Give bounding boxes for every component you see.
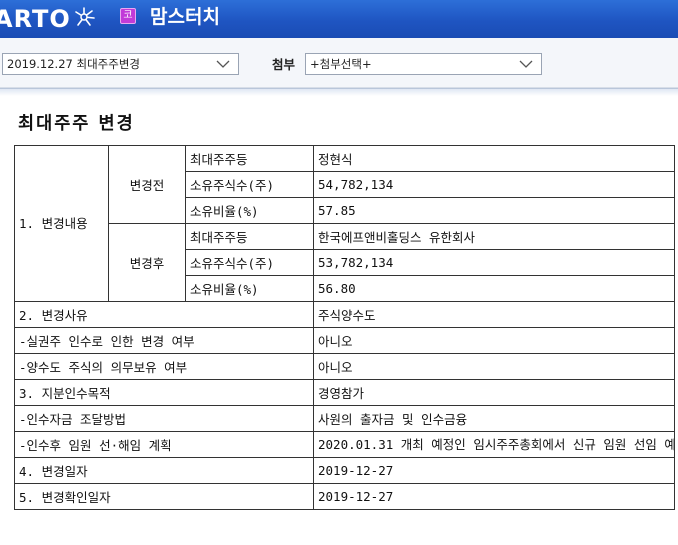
disclosure-table: 1. 변경내용 변경전 최대주주등 정현식 소유주식수(주) 54,782,13… (14, 145, 675, 510)
after-holder-label: 최대주주등 (185, 223, 314, 250)
confirm-date-value: 2019-12-27 (313, 483, 675, 510)
after-ratio-value: 56.80 (313, 275, 675, 302)
report-select[interactable]: 2019.12.27 최대주주변경 (2, 53, 239, 75)
rights-issue-value: 아니오 (313, 327, 675, 354)
funding-value: 사원의 출자금 및 인수금융 (313, 405, 675, 432)
reason-value: 주식양수도 (313, 301, 675, 328)
report-select-value: 2019.12.27 최대주주변경 (7, 57, 140, 71)
before-label: 변경전 (108, 145, 186, 224)
change-date-value: 2019-12-27 (313, 457, 675, 484)
after-shares-label: 소유주식수(주) (185, 249, 314, 276)
company-title: 맘스터치 (150, 6, 220, 28)
before-ratio-label: 소유비율(%) (185, 197, 314, 224)
after-ratio-label: 소유비율(%) (185, 275, 314, 302)
app-header: ARTO 코 맘스터치 (0, 0, 678, 38)
attach-select[interactable]: +첨부선택+ (305, 53, 542, 75)
before-shares-label: 소유주식수(주) (185, 171, 314, 198)
toolbar: 2019.12.27 최대주주변경 첨부 +첨부선택+ (0, 38, 678, 88)
table-row: 2. 변경사유 주식양수도 (14, 301, 675, 328)
before-holder-value: 정현식 (313, 145, 675, 172)
change-date-label: 4. 변경일자 (14, 457, 314, 484)
purpose-value: 경영참가 (313, 379, 675, 406)
table-row: 1. 변경내용 변경전 최대주주등 정현식 (14, 145, 675, 302)
chevron-down-icon (216, 60, 230, 68)
document-title: 최대주주 변경 (18, 114, 135, 134)
before-holder-label: 최대주주등 (185, 145, 314, 172)
lockup-label: -양수도 주식의 의무보유 여부 (14, 353, 314, 380)
attach-select-value: +첨부선택+ (310, 57, 372, 71)
reason-label: 2. 변경사유 (14, 301, 314, 328)
logo-burst-icon (74, 7, 95, 26)
executive-plan-label: -인수후 임원 선·해임 계획 (14, 431, 314, 458)
before-shares-value: 54,782,134 (313, 171, 675, 198)
funding-label: -인수자금 조달방법 (14, 405, 314, 432)
table-row: -인수자금 조달방법 사원의 출자금 및 인수금융 (14, 405, 675, 432)
table-row: -양수도 주식의 의무보유 여부 아니오 (14, 353, 675, 380)
before-ratio-value: 57.85 (313, 197, 675, 224)
purpose-label: 3. 지분인수목적 (14, 379, 314, 406)
confirm-date-label: 5. 변경확인일자 (14, 483, 314, 510)
attach-label: 첨부 (272, 57, 296, 72)
table-row: 변경후 최대주주등 한국에프앤비홀딩스 유한회사 (15, 223, 675, 302)
table-row: -실권주 인수로 인한 변경 여부 아니오 (14, 327, 675, 354)
after-shares-value: 53,782,134 (313, 249, 675, 276)
table-row: 3. 지분인수목적 경영참가 (14, 379, 675, 406)
after-holder-value: 한국에프앤비홀딩스 유한회사 (313, 223, 675, 250)
logo-text: ARTO (0, 5, 71, 33)
chevron-down-icon (519, 60, 533, 68)
toolbar-divider (0, 88, 678, 96)
lockup-value: 아니오 (313, 353, 675, 380)
table-row: 5. 변경확인일자 2019-12-27 (14, 483, 675, 510)
executive-plan-value: 2020.01.31 개최 예정인 임시주주총회에서 신규 임원 선임 예정 (313, 431, 675, 458)
table-row: -인수후 임원 선·해임 계획 2020.01.31 개최 예정인 임시주주총회… (14, 431, 675, 458)
section1-label: 1. 변경내용 (14, 145, 109, 302)
market-badge: 코 (120, 8, 136, 24)
table-row: 4. 변경일자 2019-12-27 (14, 457, 675, 484)
rights-issue-label: -실권주 인수로 인한 변경 여부 (14, 327, 314, 354)
after-label: 변경후 (108, 223, 186, 302)
logo: ARTO (0, 0, 95, 38)
